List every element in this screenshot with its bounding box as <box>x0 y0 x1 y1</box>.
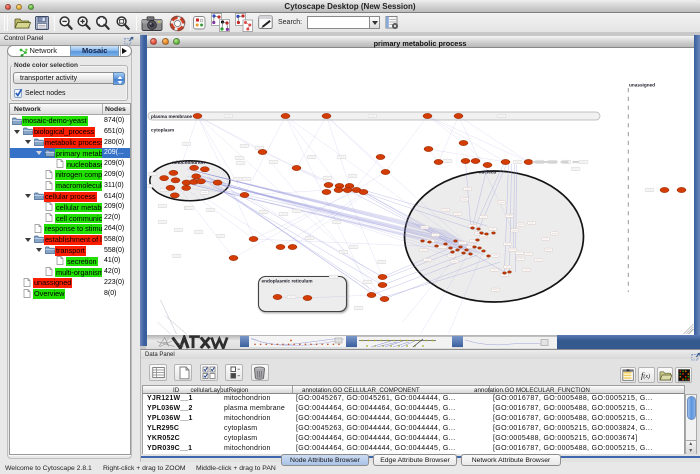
svg-text:nucleus: nucleus <box>478 169 496 174</box>
svg-text:mitochondrion: mitochondrion <box>172 160 205 165</box>
svg-text:cytoplasm: cytoplasm <box>151 127 174 132</box>
svg-text:plasma membrane: plasma membrane <box>151 114 193 119</box>
svg-text:endoplasmic reticulum: endoplasmic reticulum <box>261 278 312 283</box>
svg-text:unassigned: unassigned <box>629 83 655 88</box>
